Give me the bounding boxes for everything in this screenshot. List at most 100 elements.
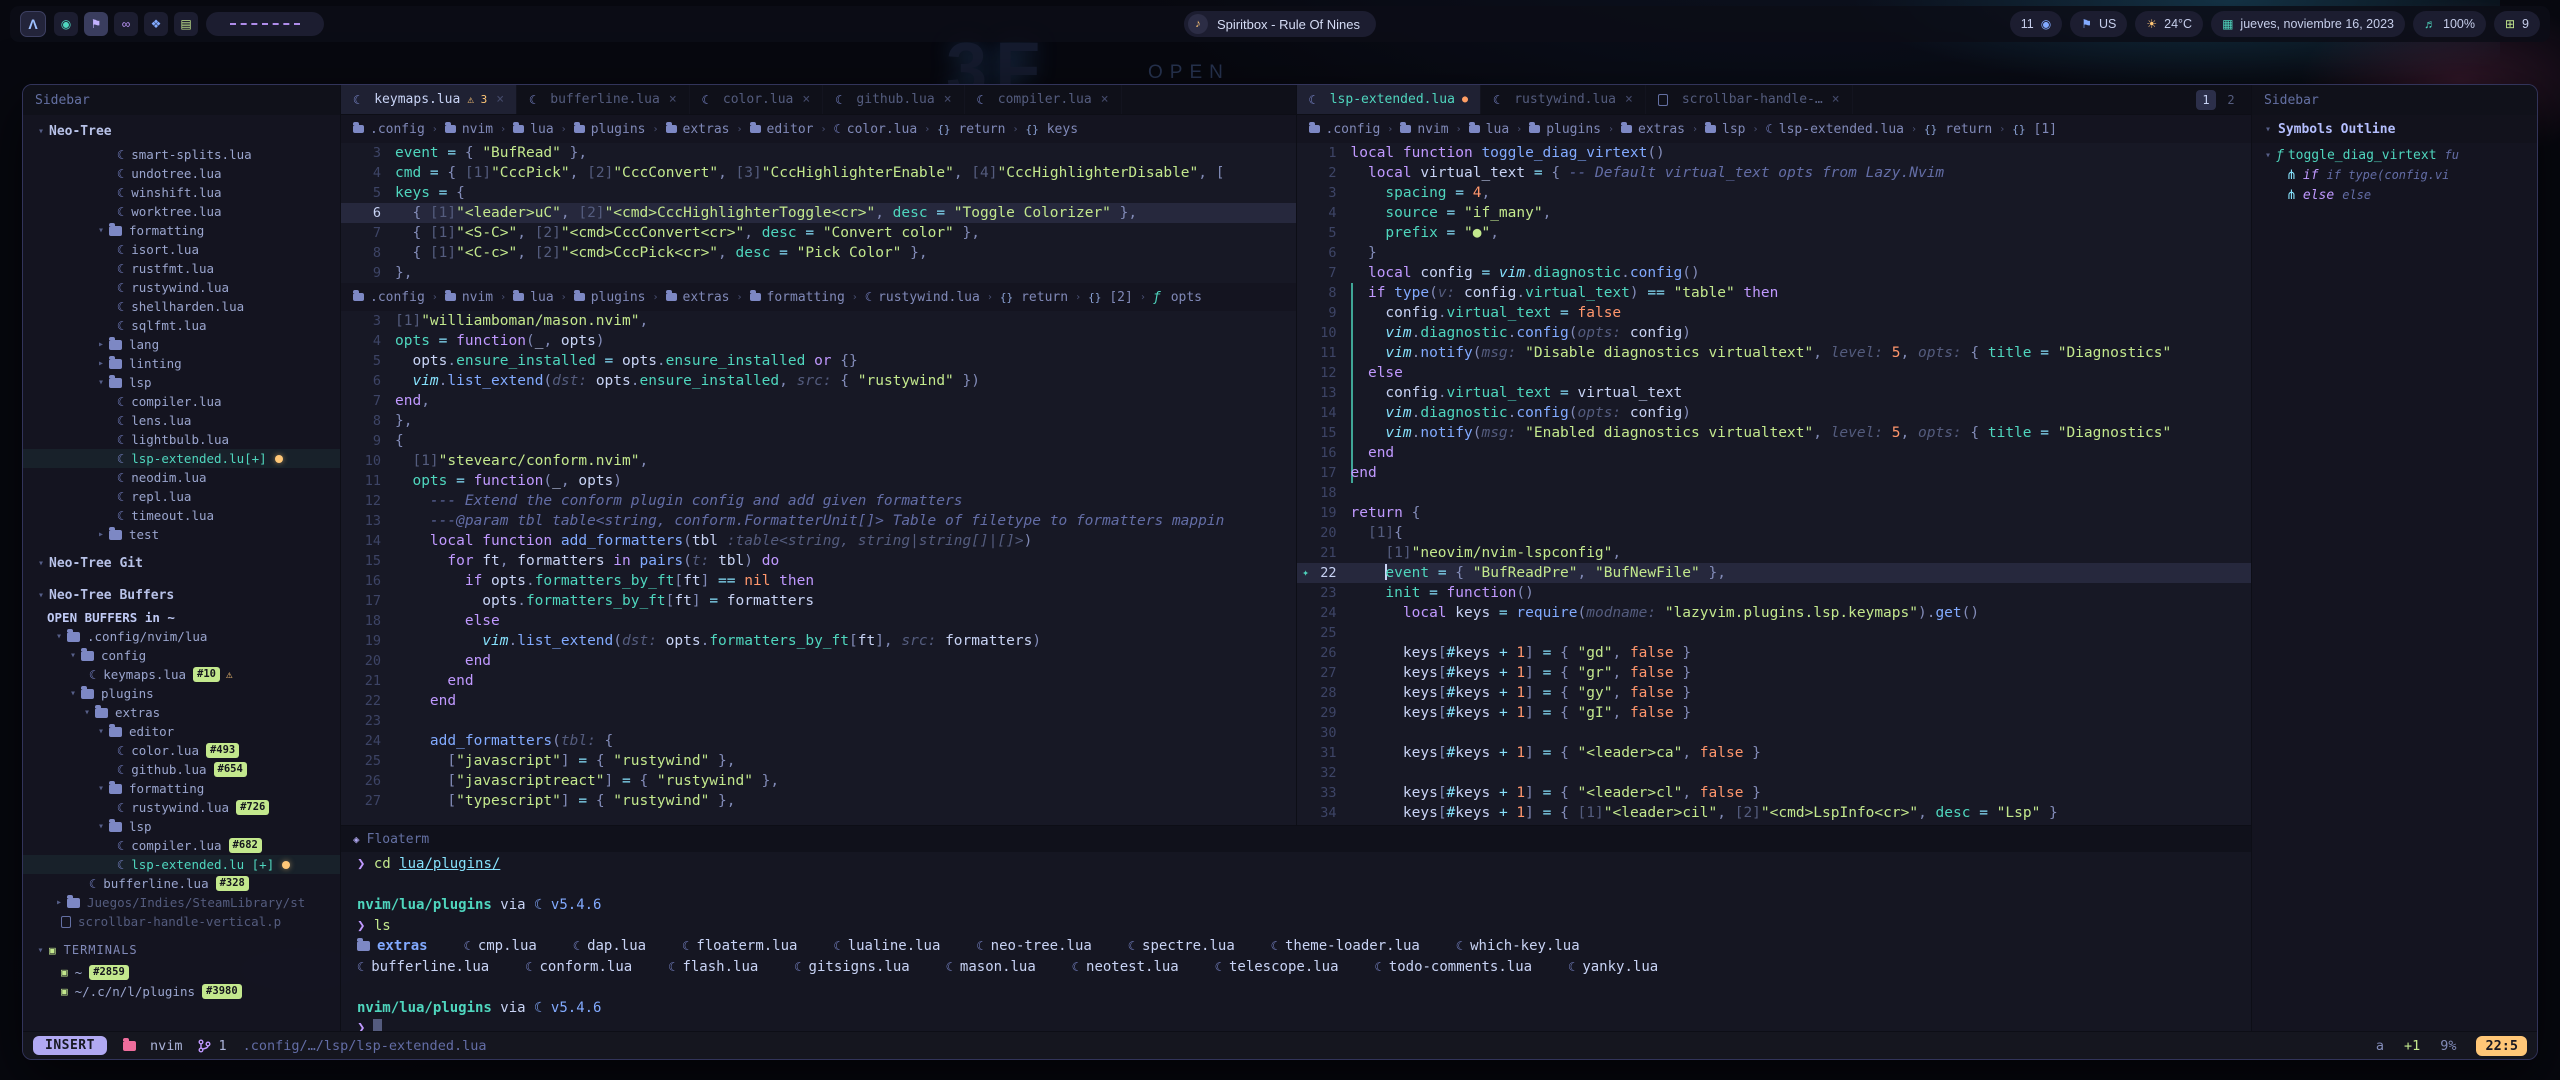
editor-tab[interactable]: scrollbar-handle-…× <box>1646 85 1853 114</box>
code-line[interactable]: 29 keys[#keys + 1] = { "gI", false } <box>1297 703 2252 723</box>
code-line[interactable]: 16 end <box>1297 443 2252 463</box>
code-line[interactable]: 30 <box>1297 723 2252 743</box>
code-line[interactable]: 34 keys[#keys + 1] = { [1]"<leader>cil",… <box>1297 803 2252 823</box>
editor-tab[interactable]: ☾bufferline.lua× <box>517 85 690 114</box>
close-icon[interactable]: × <box>669 92 677 107</box>
breadcrumb-item[interactable]: plugins <box>1529 122 1601 137</box>
code-line[interactable]: 27 ["typescript"] = { "rustywind" }, <box>341 791 1296 811</box>
breadcrumb-item[interactable]: nvim <box>1400 122 1448 137</box>
breadcrumb-item[interactable]: {}[2] <box>1088 290 1133 305</box>
breadcrumb-item[interactable]: lua <box>513 290 553 305</box>
code-line[interactable]: 22 end <box>341 691 1296 711</box>
code-line[interactable]: 26 keys[#keys + 1] = { "gd", false } <box>1297 643 2252 663</box>
code-line[interactable]: 12 --- Extend the conform plugin config … <box>341 491 1296 511</box>
breadcrumb-item[interactable]: {}[1] <box>2012 122 2057 137</box>
tree-item[interactable]: ☾undotree.lua <box>23 164 340 183</box>
editor-buffer-rustywind-lua[interactable]: 3[1]"williamboman/mason.nvim",4opts = fu… <box>341 311 1296 825</box>
code-line[interactable]: 6 { [1]"<leader>uC", [2]"<cmd>CccHighlig… <box>341 203 1296 223</box>
code-line[interactable]: 7end, <box>341 391 1296 411</box>
tree-item[interactable]: ▸lang <box>23 335 340 354</box>
tree-item[interactable]: ☾github.lua#654 <box>23 760 340 779</box>
tree-item[interactable]: ▾formatting <box>23 221 340 240</box>
code-line[interactable]: 24 local keys = require(modname: "lazyvi… <box>1297 603 2252 623</box>
weather-widget[interactable]: ☀24°C <box>2135 11 2203 37</box>
editor-tab[interactable]: ☾lsp-extended.lua● <box>1297 85 1482 114</box>
breadcrumb-item[interactable]: nvim <box>445 290 493 305</box>
apps-widget[interactable]: ⊞9 <box>2494 11 2540 37</box>
code-line[interactable]: 17 opts.formatters_by_ft[ft] = formatter… <box>341 591 1296 611</box>
code-line[interactable]: 20 [1]{ <box>1297 523 2252 543</box>
tree-section-header[interactable]: ▾▣TERMINALS <box>23 937 340 963</box>
tree-item[interactable]: ☾isort.lua <box>23 240 340 259</box>
breadcrumb-item[interactable]: lsp <box>1705 122 1745 137</box>
tree-item[interactable]: ▾lsp <box>23 817 340 836</box>
close-icon[interactable]: × <box>802 92 810 107</box>
code-line[interactable]: 31 keys[#keys + 1] = { "<leader>ca", fal… <box>1297 743 2252 763</box>
code-line[interactable]: 4 source = "if_many", <box>1297 203 2252 223</box>
breadcrumb-item[interactable]: {}return <box>1924 122 1992 137</box>
code-line[interactable]: 32 <box>1297 763 2252 783</box>
tree-item[interactable]: ☾bufferline.lua#328 <box>23 874 340 893</box>
launcher-button[interactable]: Λ <box>20 11 46 37</box>
code-line[interactable]: 14 local function add_formatters(tbl :ta… <box>341 531 1296 551</box>
editor-tab[interactable]: ☾keymaps.lua⚠ 3× <box>341 85 517 114</box>
code-line[interactable]: 12 else <box>1297 363 2252 383</box>
tree-item[interactable]: ☾color.lua#493 <box>23 741 340 760</box>
breadcrumb-item[interactable]: .config <box>353 122 425 137</box>
breadcrumb-item[interactable]: extras <box>666 290 730 305</box>
workspace-button[interactable]: ◉ <box>54 12 78 36</box>
editor-tab[interactable]: ☾color.lua× <box>690 85 824 114</box>
keyboard-layout-widget[interactable]: ⚑US <box>2070 11 2127 37</box>
code-line[interactable]: 25 <box>1297 623 2252 643</box>
code-line[interactable]: 19 vim.list_extend(dst: opts.formatters_… <box>341 631 1296 651</box>
outline-item[interactable]: ⋔elseelse <box>2252 185 2537 205</box>
tabpage-button[interactable]: 1 <box>2196 90 2216 110</box>
volume-widget[interactable]: ♬100% <box>2413 11 2486 37</box>
tree-item[interactable]: ▣~#2859 <box>23 963 340 982</box>
breadcrumb-item[interactable]: ☾color.lua <box>834 122 918 137</box>
code-line[interactable]: 4cmd = { [1]"CccPick", [2]"CccConvert", … <box>341 163 1296 183</box>
close-icon[interactable]: × <box>496 92 504 107</box>
code-line[interactable]: 15 for ft, formatters in pairs(t: tbl) d… <box>341 551 1296 571</box>
code-line[interactable]: 27 keys[#keys + 1] = { "gr", false } <box>1297 663 2252 683</box>
code-line[interactable]: 3[1]"williamboman/mason.nvim", <box>341 311 1296 331</box>
tree-item[interactable]: OPEN BUFFERS in ~ <box>23 608 340 627</box>
code-line[interactable]: 19return { <box>1297 503 2252 523</box>
outline-item[interactable]: ⋔ifif type(config.vi <box>2252 165 2537 185</box>
code-line[interactable]: 7 { [1]"<S-C>", [2]"<cmd>CccConvert<cr>"… <box>341 223 1296 243</box>
tree-item[interactable]: ☾compiler.lua <box>23 392 340 411</box>
tree-item[interactable]: ☾repl.lua <box>23 487 340 506</box>
code-line[interactable]: 9 config.virtual_text = false <box>1297 303 2252 323</box>
breadcrumb-item[interactable]: formatting <box>750 290 845 305</box>
code-line[interactable]: 16 if opts.formatters_by_ft[ft] == nil t… <box>341 571 1296 591</box>
tree-item[interactable]: ☾sqlfmt.lua <box>23 316 340 335</box>
editor-tab[interactable]: ☾github.lua× <box>823 85 964 114</box>
tree-item[interactable]: ▸test <box>23 525 340 544</box>
floaterm-terminal[interactable]: ❯ cd lua/plugins/ nvim/lua/plugins via ☾… <box>341 852 2251 1031</box>
tree-item[interactable]: ☾shellharden.lua <box>23 297 340 316</box>
editor-buffer-lsp-extended-lua[interactable]: 1local function toggle_diag_virtext()2 l… <box>1297 143 2252 825</box>
code-line[interactable]: 10 vim.diagnostic.config(opts: config) <box>1297 323 2252 343</box>
tree-item[interactable]: ☾winshift.lua <box>23 183 340 202</box>
code-line[interactable]: 2 local virtual_text = { -- Default virt… <box>1297 163 2252 183</box>
tree-item[interactable]: ▾editor <box>23 722 340 741</box>
tree-item[interactable]: ☾rustywind.lua <box>23 278 340 297</box>
breadcrumb-item[interactable]: ☾lsp-extended.lua <box>1766 122 1904 137</box>
code-line[interactable]: 24 add_formatters(tbl: { <box>341 731 1296 751</box>
music-widget[interactable]: ♪ Spiritbox - Rule Of Nines <box>1184 11 1376 37</box>
breadcrumb-item[interactable]: lua <box>1469 122 1509 137</box>
code-line[interactable]: 10 [1]"stevearc/conform.nvim", <box>341 451 1296 471</box>
code-line[interactable]: 8 { [1]"<C-c>", [2]"<cmd>CccPick<cr>", d… <box>341 243 1296 263</box>
code-line[interactable]: 8 if type(v: config.virtual_text) == "ta… <box>1297 283 2252 303</box>
code-line[interactable]: 33 keys[#keys + 1] = { "<leader>cl", fal… <box>1297 783 2252 803</box>
outline-item[interactable]: ▾ƒtoggle_diag_virtextfu <box>2252 145 2537 165</box>
breadcrumb-item[interactable]: ƒopts <box>1153 290 1202 305</box>
code-line[interactable]: 9}, <box>341 263 1296 283</box>
code-line[interactable]: 3 spacing = 4, <box>1297 183 2252 203</box>
code-line[interactable]: 6 vim.list_extend(dst: opts.ensure_insta… <box>341 371 1296 391</box>
breadcrumb-item[interactable]: plugins <box>574 290 646 305</box>
code-line[interactable]: ✦22 event = { "BufReadPre", "BufNewFile"… <box>1297 563 2252 583</box>
breadcrumb-item[interactable]: extras <box>1621 122 1685 137</box>
code-line[interactable]: 18 else <box>341 611 1296 631</box>
code-line[interactable]: 21 [1]"neovim/nvim-lspconfig", <box>1297 543 2252 563</box>
